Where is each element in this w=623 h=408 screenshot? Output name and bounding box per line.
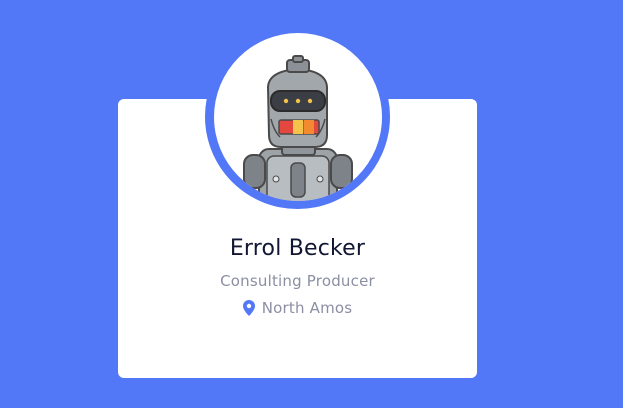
avatar-ring: [205, 24, 390, 209]
profile-name: Errol Becker: [229, 236, 366, 261]
location-pin-icon: [242, 300, 255, 316]
profile-page: Errol Becker Consulting Producer North A…: [0, 0, 623, 408]
robot-avatar-icon: [242, 54, 353, 201]
profile-location: North Amos: [118, 299, 477, 317]
location-text: North Amos: [261, 299, 353, 317]
profile-title: Consulting Producer: [220, 272, 375, 290]
avatar: [213, 32, 382, 201]
